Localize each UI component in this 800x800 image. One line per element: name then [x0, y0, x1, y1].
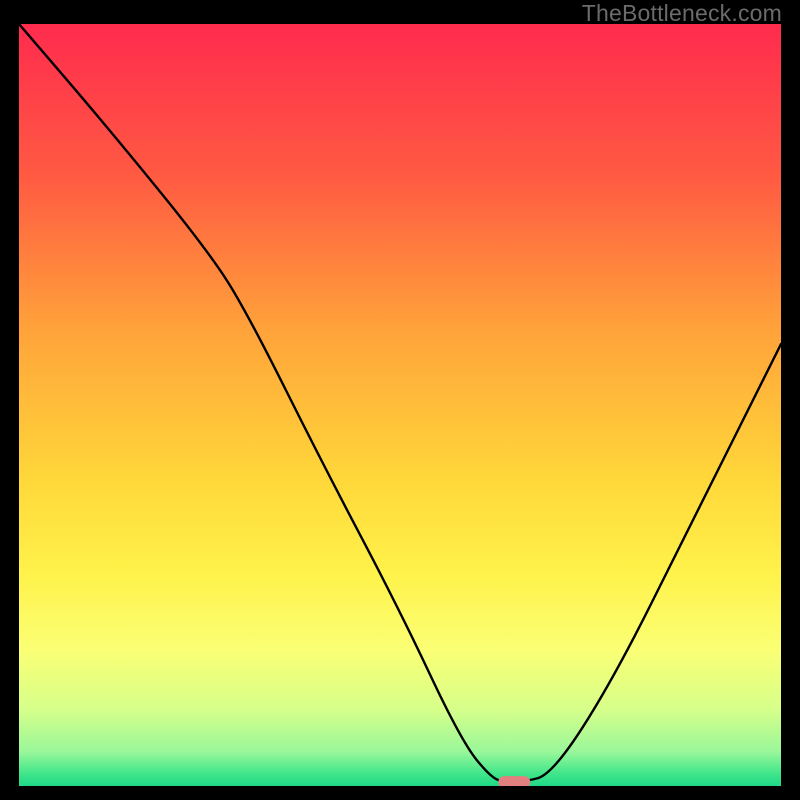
- plot-svg: [19, 24, 781, 786]
- optimal-marker: [498, 776, 530, 786]
- gradient-bg: [19, 24, 781, 786]
- plot-area: [19, 24, 781, 786]
- bottleneck-chart: TheBottleneck.com: [0, 0, 800, 800]
- watermark-text: TheBottleneck.com: [582, 0, 782, 27]
